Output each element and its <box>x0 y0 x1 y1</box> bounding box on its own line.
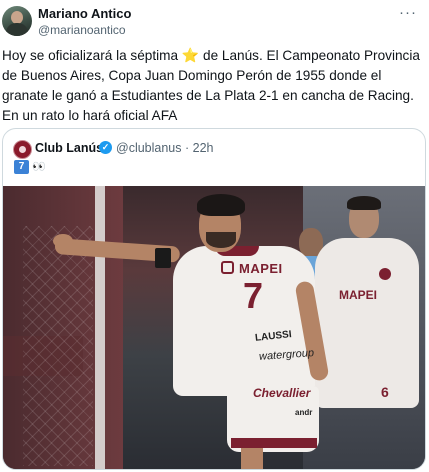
meta-separator: · <box>185 141 190 155</box>
author-avatar[interactable] <box>2 6 32 36</box>
shorts-trim <box>231 438 317 448</box>
quoted-author-handle[interactable]: @clublanus <box>116 141 182 155</box>
verified-badge-icon: ✓ <box>99 141 112 154</box>
eyes-emoji-icon: 👀 <box>32 161 46 173</box>
background-player-hair <box>347 196 381 210</box>
main-player-sponsor: MAPEI <box>239 261 283 276</box>
main-player-pointing-hand <box>53 234 73 248</box>
quoted-tweet-card[interactable]: Club Lanús ✓ @clublanus · 22h 7 👀 MAPEI … <box>2 128 426 470</box>
background-player-number: 6 <box>381 384 389 400</box>
quoted-author-name[interactable]: Club Lanús <box>35 141 103 155</box>
keycap-seven-emoji: 7 <box>14 160 29 174</box>
sponsor-logo-icon <box>221 261 234 274</box>
background-player-crest <box>379 268 391 280</box>
avatar-torso <box>6 23 28 36</box>
author-handle[interactable]: @marianoantico <box>38 23 126 37</box>
main-player-hair <box>197 194 245 216</box>
background-player-shirt <box>315 238 419 408</box>
quoted-author-meta: @clublanus · 22h <box>116 141 214 155</box>
tweet-text-part1: Hoy se oficializará la séptima <box>2 48 182 63</box>
shorts-brand: Chevallier <box>253 386 311 400</box>
shorts-sub-brand: andr <box>295 408 313 417</box>
tweet-text: Hoy se oficializará la séptima ⭐ de Lanú… <box>2 45 422 126</box>
main-player-number: 7 <box>243 275 264 316</box>
more-options-icon[interactable]: ··· <box>399 4 417 21</box>
goal-net <box>23 226 93 466</box>
captain-armband <box>155 248 171 268</box>
author-name[interactable]: Mariano Antico <box>38 6 131 21</box>
goal-post <box>95 186 105 469</box>
star-icon: ⭐ <box>181 47 200 63</box>
main-player-leg <box>241 448 263 469</box>
main-player-beard <box>206 232 236 248</box>
background-player-sponsor: MAPEI <box>339 288 378 302</box>
club-lanus-logo[interactable] <box>13 140 32 159</box>
quoted-time[interactable]: 22h <box>193 141 214 155</box>
quoted-media-photo[interactable]: MAPEI 6 MAPEI 7 LAUSSI watergroup Cheval… <box>3 186 425 469</box>
